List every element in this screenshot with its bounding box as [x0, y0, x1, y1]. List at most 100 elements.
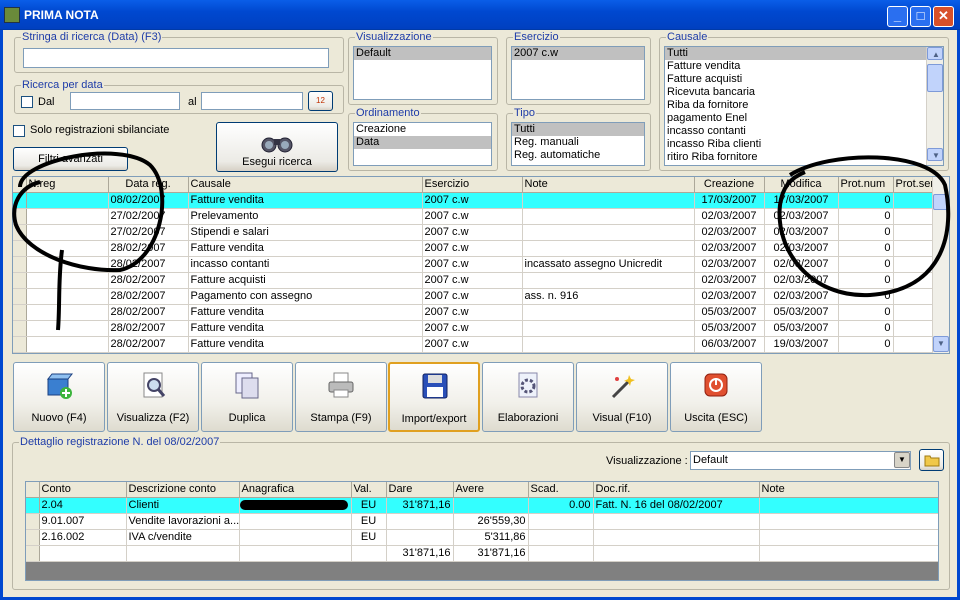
table-cell[interactable]: Fatture vendita: [188, 240, 423, 257]
column-header[interactable]: Conto: [39, 482, 127, 498]
table-cell[interactable]: [26, 256, 109, 273]
table-cell[interactable]: 06/03/2007: [694, 336, 765, 353]
fiscal-year-list[interactable]: 2007 c.w: [511, 46, 645, 100]
table-cell[interactable]: Stipendi e salari: [188, 224, 423, 241]
list-item[interactable]: Data: [354, 136, 491, 149]
table-cell[interactable]: [26, 336, 109, 353]
unbalanced-checkbox[interactable]: [13, 125, 25, 137]
table-cell[interactable]: 2007 c.w: [422, 208, 523, 225]
date-to-input[interactable]: [201, 92, 303, 110]
table-cell[interactable]: [893, 192, 934, 209]
table-cell[interactable]: EU: [351, 529, 387, 546]
table-cell[interactable]: 2007 c.w: [422, 320, 523, 337]
table-cell[interactable]: 05/03/2007: [694, 320, 765, 337]
visual-button[interactable]: Visual (F10): [576, 362, 668, 432]
column-header[interactable]: Modifica: [764, 177, 839, 193]
table-cell[interactable]: 28/02/2007: [108, 240, 189, 257]
table-cell[interactable]: 0: [838, 304, 894, 321]
table-cell[interactable]: 28/02/2007: [108, 336, 189, 353]
type-list[interactable]: Tutti Reg. manuali Reg. automatiche: [511, 122, 645, 166]
table-row[interactable]: 08/02/2007 Fatture vendita 2007 c.w 17/03/2…: [13, 192, 934, 209]
table-cell[interactable]: 17/03/2007: [694, 192, 765, 209]
table-cell[interactable]: ass. n. 916: [522, 288, 695, 305]
table-cell[interactable]: 0: [838, 208, 894, 225]
table-cell[interactable]: [26, 192, 109, 209]
grid-scrollbar[interactable]: ▼: [932, 177, 949, 353]
table-cell[interactable]: 05/03/2007: [764, 320, 839, 337]
table-cell[interactable]: [593, 513, 760, 530]
search-button[interactable]: Esegui ricerca: [216, 122, 338, 172]
row-indicator[interactable]: [26, 529, 40, 546]
list-item[interactable]: incasso contanti: [665, 125, 943, 138]
table-cell[interactable]: 02/03/2007: [764, 288, 839, 305]
list-item[interactable]: Tutti: [665, 47, 943, 60]
table-cell[interactable]: [893, 336, 934, 353]
table-cell[interactable]: 0: [838, 256, 894, 273]
table-cell[interactable]: 2007 c.w: [422, 288, 523, 305]
table-cell[interactable]: Fatture vendita: [188, 336, 423, 353]
search-input[interactable]: [23, 48, 329, 68]
table-cell[interactable]: [759, 545, 938, 562]
row-indicator[interactable]: [13, 320, 27, 337]
chevron-down-icon[interactable]: ▼: [894, 452, 910, 468]
row-indicator[interactable]: [13, 272, 27, 289]
row-indicator[interactable]: [13, 256, 27, 273]
table-cell[interactable]: [893, 208, 934, 225]
table-cell[interactable]: 2007 c.w: [422, 304, 523, 321]
table-cell[interactable]: 02/03/2007: [764, 208, 839, 225]
table-cell[interactable]: [522, 320, 695, 337]
list-item[interactable]: Tutti: [512, 123, 644, 136]
list-item[interactable]: 2007 c.w: [512, 47, 644, 60]
row-indicator[interactable]: [13, 288, 27, 305]
column-header[interactable]: Avere: [453, 482, 529, 498]
row-indicator[interactable]: [13, 304, 27, 321]
table-cell[interactable]: [522, 192, 695, 209]
minimize-button[interactable]: _: [887, 6, 908, 27]
row-indicator[interactable]: [13, 336, 27, 353]
table-cell[interactable]: 0: [838, 288, 894, 305]
table-cell[interactable]: IVA c/vendite: [126, 529, 240, 546]
table-cell[interactable]: 0: [838, 272, 894, 289]
table-cell[interactable]: 28/02/2007: [108, 320, 189, 337]
table-cell[interactable]: [759, 513, 938, 530]
table-cell[interactable]: [522, 224, 695, 241]
advanced-filters-button[interactable]: Filtri avanzati: [13, 147, 128, 171]
detail-view-select[interactable]: Default ▼: [690, 451, 911, 470]
table-cell[interactable]: Fatt. N. 16 del 08/02/2007: [593, 497, 760, 514]
causale-list[interactable]: Tutti Fatture vendita Fatture acquisti R…: [664, 46, 944, 166]
table-cell[interactable]: [26, 320, 109, 337]
scroll-thumb[interactable]: [933, 194, 949, 210]
scroll-down-icon[interactable]: ▼: [933, 336, 949, 352]
table-cell[interactable]: 02/03/2007: [694, 224, 765, 241]
table-cell[interactable]: 26'559,30: [453, 513, 529, 530]
list-item[interactable]: Creazione: [354, 123, 491, 136]
stampa-button[interactable]: Stampa (F9): [295, 362, 387, 432]
table-cell[interactable]: 02/03/2007: [764, 240, 839, 257]
column-header[interactable]: Scad.: [528, 482, 594, 498]
list-item[interactable]: Fatture acquisti: [665, 73, 943, 86]
column-header[interactable]: Doc.rif.: [593, 482, 760, 498]
table-cell[interactable]: 27/02/2007: [108, 208, 189, 225]
table-cell[interactable]: 0: [838, 240, 894, 257]
table-row[interactable]: 28/02/2007 Fatture vendita 2007 c.w 05/03/2…: [13, 304, 934, 321]
table-row[interactable]: 28/02/2007 incasso contanti 2007 c.w incass…: [13, 256, 934, 273]
table-cell[interactable]: [386, 513, 454, 530]
table-cell[interactable]: [759, 529, 938, 546]
table-cell[interactable]: 2.04: [39, 497, 127, 514]
table-cell[interactable]: 28/02/2007: [108, 304, 189, 321]
table-cell[interactable]: [522, 208, 695, 225]
table-cell[interactable]: 02/03/2007: [694, 272, 765, 289]
table-cell[interactable]: 31'871,16: [386, 497, 454, 514]
row-indicator[interactable]: [26, 545, 40, 562]
table-cell[interactable]: 0: [838, 224, 894, 241]
table-cell[interactable]: [26, 208, 109, 225]
list-item[interactable]: ritiro Riba fornitore: [665, 151, 943, 164]
table-cell[interactable]: 2007 c.w: [422, 336, 523, 353]
list-item[interactable]: incasso Riba clienti: [665, 138, 943, 151]
row-indicator[interactable]: [26, 513, 40, 530]
table-cell[interactable]: [522, 272, 695, 289]
table-cell[interactable]: [522, 240, 695, 257]
table-cell[interactable]: 0: [838, 320, 894, 337]
table-cell[interactable]: [593, 529, 760, 546]
table-row[interactable]: 31'871,16 31'871,16: [26, 545, 938, 562]
